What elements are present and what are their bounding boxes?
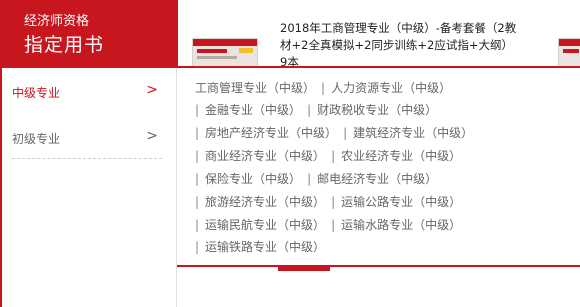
submenu-separator: |: [307, 103, 312, 117]
section-header-small: 经济师资格: [24, 14, 90, 29]
submenu-link[interactable]: 工商管理专业（中级）: [195, 81, 315, 95]
menu-item-junior[interactable]: 初级专业 >: [2, 118, 178, 158]
submenu-link[interactable]: 建筑经济专业（中级）: [353, 126, 473, 140]
submenu-link[interactable]: 运输公路专业（中级）: [341, 195, 461, 209]
menu-item-label: 初级专业: [12, 132, 61, 146]
book-cover-thumbnail[interactable]: [192, 38, 258, 68]
chevron-right-icon: >: [146, 82, 158, 98]
submenu-separator: |: [331, 218, 336, 232]
submenu-link[interactable]: 商业经济专业（中级）: [205, 149, 325, 163]
submenu-separator: |: [321, 81, 326, 95]
submenu-link[interactable]: 旅游经济专业（中级）: [205, 195, 325, 209]
submenu-link[interactable]: 运输铁路专业（中级）: [205, 240, 325, 254]
submenu-row: | 商业经济专业（中级） | 农业经济专业（中级）: [195, 147, 461, 169]
submenu-row: | 房地产经济专业（中级） | 建筑经济专业（中级）: [195, 124, 473, 146]
section-header-large: 指定用书: [24, 34, 105, 56]
submenu-row: | 运输铁路专业（中级）: [195, 238, 325, 260]
submenu-link[interactable]: 运输水路专业（中级）: [341, 218, 461, 232]
submenu-link[interactable]: 财政税收专业（中级）: [317, 103, 437, 117]
chevron-right-icon: >: [146, 128, 158, 144]
submenu-separator: |: [331, 195, 336, 209]
submenu-separator: |: [307, 172, 312, 186]
submenu-separator: |: [195, 149, 200, 163]
top-bar: 经济师资格 指定用书 2018年工商管理专业（中级）-备考套餐（2教材+2全真模…: [0, 0, 580, 69]
submenu-separator: |: [343, 126, 348, 140]
submenu-separator: |: [195, 126, 200, 140]
submenu-link[interactable]: 邮电经济专业（中级）: [317, 172, 437, 186]
submenu-link[interactable]: 农业经济专业（中级）: [341, 149, 461, 163]
submenu-link[interactable]: 人力资源专业（中级）: [331, 81, 451, 95]
submenu-link[interactable]: 金融专业（中级）: [205, 103, 301, 117]
submenu-separator: |: [195, 240, 200, 254]
submenu-link[interactable]: 保险专业（中级）: [205, 172, 301, 186]
product-title-link[interactable]: 2018年工商管理专业（中级）-备考套餐（2教材+2全真模拟+2同步训练+2应试…: [280, 20, 520, 71]
carousel-indicator[interactable]: [278, 265, 330, 271]
submenu-row: | 保险专业（中级） | 邮电经济专业（中级）: [195, 170, 437, 192]
menu-item-intermediate[interactable]: 中级专业 >: [2, 72, 178, 112]
submenu-separator: |: [331, 149, 336, 163]
section-header: 经济师资格 指定用书: [0, 0, 178, 66]
submenu-separator: |: [195, 103, 200, 117]
submenu-row: | 旅游经济专业（中级） | 运输公路专业（中级）: [195, 193, 461, 215]
submenu-row: 工商管理专业（中级） | 人力资源专业（中级）: [195, 79, 451, 101]
menu-divider: [12, 158, 162, 159]
submenu-panel: 工商管理专业（中级） | 人力资源专业（中级） | 金融专业（中级） | 财政税收专业（中…: [177, 68, 580, 265]
submenu-bottom-border: [177, 265, 580, 267]
submenu-row: | 运输民航专业（中级） | 运输水路专业（中级）: [195, 216, 461, 238]
submenu-separator: |: [195, 195, 200, 209]
menu-item-label: 中级专业: [12, 86, 61, 100]
submenu-separator: |: [195, 172, 200, 186]
book-cover-thumbnail-next[interactable]: [558, 38, 580, 68]
submenu-separator: |: [195, 218, 200, 232]
submenu-link[interactable]: 房地产经济专业（中级）: [205, 126, 337, 140]
submenu-link[interactable]: 运输民航专业（中级）: [205, 218, 325, 232]
category-sidebar: 中级专业 > 初级专业 >: [0, 68, 177, 307]
submenu-row: | 金融专业（中级） | 财政税收专业（中级）: [195, 101, 437, 123]
